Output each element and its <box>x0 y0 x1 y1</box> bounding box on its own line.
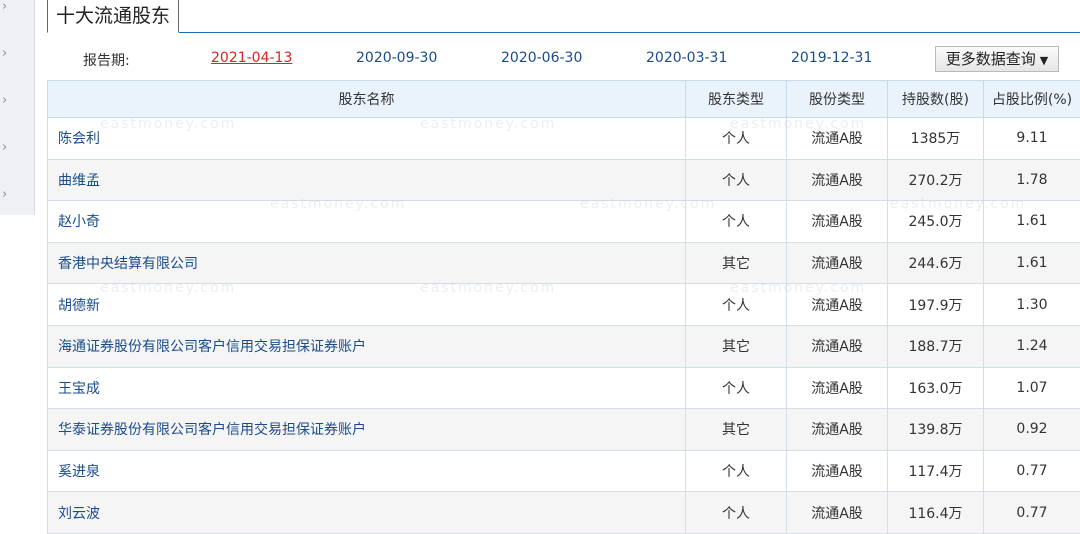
shareholder-name-link[interactable]: 刘云波 <box>48 492 686 534</box>
caret-down-icon: ▼ <box>1040 54 1048 67</box>
table-cell: 其它 <box>686 242 787 284</box>
table-cell: 个人 <box>686 492 787 534</box>
table-cell: 个人 <box>686 118 787 160</box>
table-cell: 270.2万 <box>888 159 984 201</box>
shareholder-name-link[interactable]: 陈会利 <box>48 118 686 160</box>
table-row: 海通证券股份有限公司客户信用交易担保证券账户其它流通A股188.7万1.24 <box>48 325 1080 367</box>
report-period-row: 报告期: 2021-04-13 2020-09-30 2020-06-30 20… <box>47 44 1080 74</box>
table-cell: 流通A股 <box>787 118 888 160</box>
table-cell: 流通A股 <box>787 159 888 201</box>
more-data-query-dropdown[interactable]: 更多数据查询 ▼ <box>935 46 1059 72</box>
table-row: 曲维孟个人流通A股270.2万1.78 <box>48 159 1080 201</box>
table-cell: 流通A股 <box>787 409 888 451</box>
table-cell: 其它 <box>686 325 787 367</box>
chevron-right-icon[interactable]: › <box>2 141 14 155</box>
chevron-right-icon[interactable]: › <box>2 188 14 202</box>
table-row: 王宝成个人流通A股163.0万1.07 <box>48 367 1080 409</box>
table-cell: 188.7万 <box>888 325 984 367</box>
shareholder-name-link[interactable]: 胡德新 <box>48 284 686 326</box>
table-cell: 244.6万 <box>888 242 984 284</box>
chevron-right-icon[interactable]: › <box>2 94 14 108</box>
table-cell: 1.61 <box>984 242 1080 284</box>
period-date-link[interactable]: 2020-09-30 <box>356 50 437 66</box>
table-cell: 1.30 <box>984 284 1080 326</box>
column-header: 占股比例(%) <box>984 81 1080 118</box>
shareholder-name-link[interactable]: 王宝成 <box>48 367 686 409</box>
chevron-right-icon[interactable]: › <box>2 47 14 61</box>
shareholders-table: 股东名称 股东类型 股份类型 持股数(股) 占股比例(%) 陈会利个人流通A股1… <box>47 80 1080 534</box>
table-header-row: 股东名称 股东类型 股份类型 持股数(股) 占股比例(%) <box>48 81 1080 118</box>
table-cell: 流通A股 <box>787 284 888 326</box>
period-date-link[interactable]: 2020-06-30 <box>501 50 582 66</box>
table-cell: 流通A股 <box>787 201 888 243</box>
table-cell: 流通A股 <box>787 492 888 534</box>
table-cell: 0.92 <box>984 409 1080 451</box>
shareholder-name-link[interactable]: 曲维孟 <box>48 159 686 201</box>
table-cell: 1.61 <box>984 201 1080 243</box>
shareholder-name-link[interactable]: 香港中央结算有限公司 <box>48 242 686 284</box>
table-cell: 流通A股 <box>787 367 888 409</box>
table-cell: 9.11 <box>984 118 1080 160</box>
column-header: 股东名称 <box>48 81 686 118</box>
table-cell: 流通A股 <box>787 242 888 284</box>
table-cell: 1.24 <box>984 325 1080 367</box>
section-title-tab[interactable]: 十大流通股东 <box>47 0 179 33</box>
table-cell: 0.77 <box>984 450 1080 492</box>
table-row: 陈会利个人流通A股1385万9.11 <box>48 118 1080 160</box>
table-cell: 1.78 <box>984 159 1080 201</box>
shareholder-name-link[interactable]: 华泰证券股份有限公司客户信用交易担保证券账户 <box>48 409 686 451</box>
more-data-query-label: 更多数据查询 <box>946 50 1036 68</box>
table-cell: 流通A股 <box>787 450 888 492</box>
table-cell: 1385万 <box>888 118 984 160</box>
table-row: 胡德新个人流通A股197.9万1.30 <box>48 284 1080 326</box>
table-cell: 流通A股 <box>787 325 888 367</box>
section-header: 十大流通股东 <box>47 0 1080 33</box>
table-cell: 139.8万 <box>888 409 984 451</box>
table-cell: 245.0万 <box>888 201 984 243</box>
column-header: 股份类型 <box>787 81 888 118</box>
table-cell: 0.77 <box>984 492 1080 534</box>
report-period-label: 报告期: <box>83 50 130 70</box>
table-cell: 116.4万 <box>888 492 984 534</box>
table-cell: 个人 <box>686 450 787 492</box>
left-sidebar-rail: › › › › › <box>0 0 35 215</box>
table-cell: 163.0万 <box>888 367 984 409</box>
shareholder-name-link[interactable]: 赵小奇 <box>48 201 686 243</box>
shareholder-name-link[interactable]: 海通证券股份有限公司客户信用交易担保证券账户 <box>48 325 686 367</box>
table-row: 华泰证券股份有限公司客户信用交易担保证券账户其它流通A股139.8万0.92 <box>48 409 1080 451</box>
table-cell: 其它 <box>686 409 787 451</box>
shareholder-name-link[interactable]: 奚进泉 <box>48 450 686 492</box>
table-cell: 117.4万 <box>888 450 984 492</box>
table-row: 奚进泉个人流通A股117.4万0.77 <box>48 450 1080 492</box>
table-cell: 197.9万 <box>888 284 984 326</box>
table-cell: 个人 <box>686 367 787 409</box>
period-date-link[interactable]: 2021-04-13 <box>211 50 292 66</box>
table-cell: 个人 <box>686 201 787 243</box>
table-cell: 个人 <box>686 284 787 326</box>
period-date-link[interactable]: 2020-03-31 <box>646 50 727 66</box>
table-row: 刘云波个人流通A股116.4万0.77 <box>48 492 1080 534</box>
table-row: 香港中央结算有限公司其它流通A股244.6万1.61 <box>48 242 1080 284</box>
column-header: 持股数(股) <box>888 81 984 118</box>
table-row: 赵小奇个人流通A股245.0万1.61 <box>48 201 1080 243</box>
chevron-right-icon[interactable]: › <box>2 0 14 14</box>
table-cell: 1.07 <box>984 367 1080 409</box>
period-date-link[interactable]: 2019-12-31 <box>791 50 872 66</box>
column-header: 股东类型 <box>686 81 787 118</box>
table-cell: 个人 <box>686 159 787 201</box>
